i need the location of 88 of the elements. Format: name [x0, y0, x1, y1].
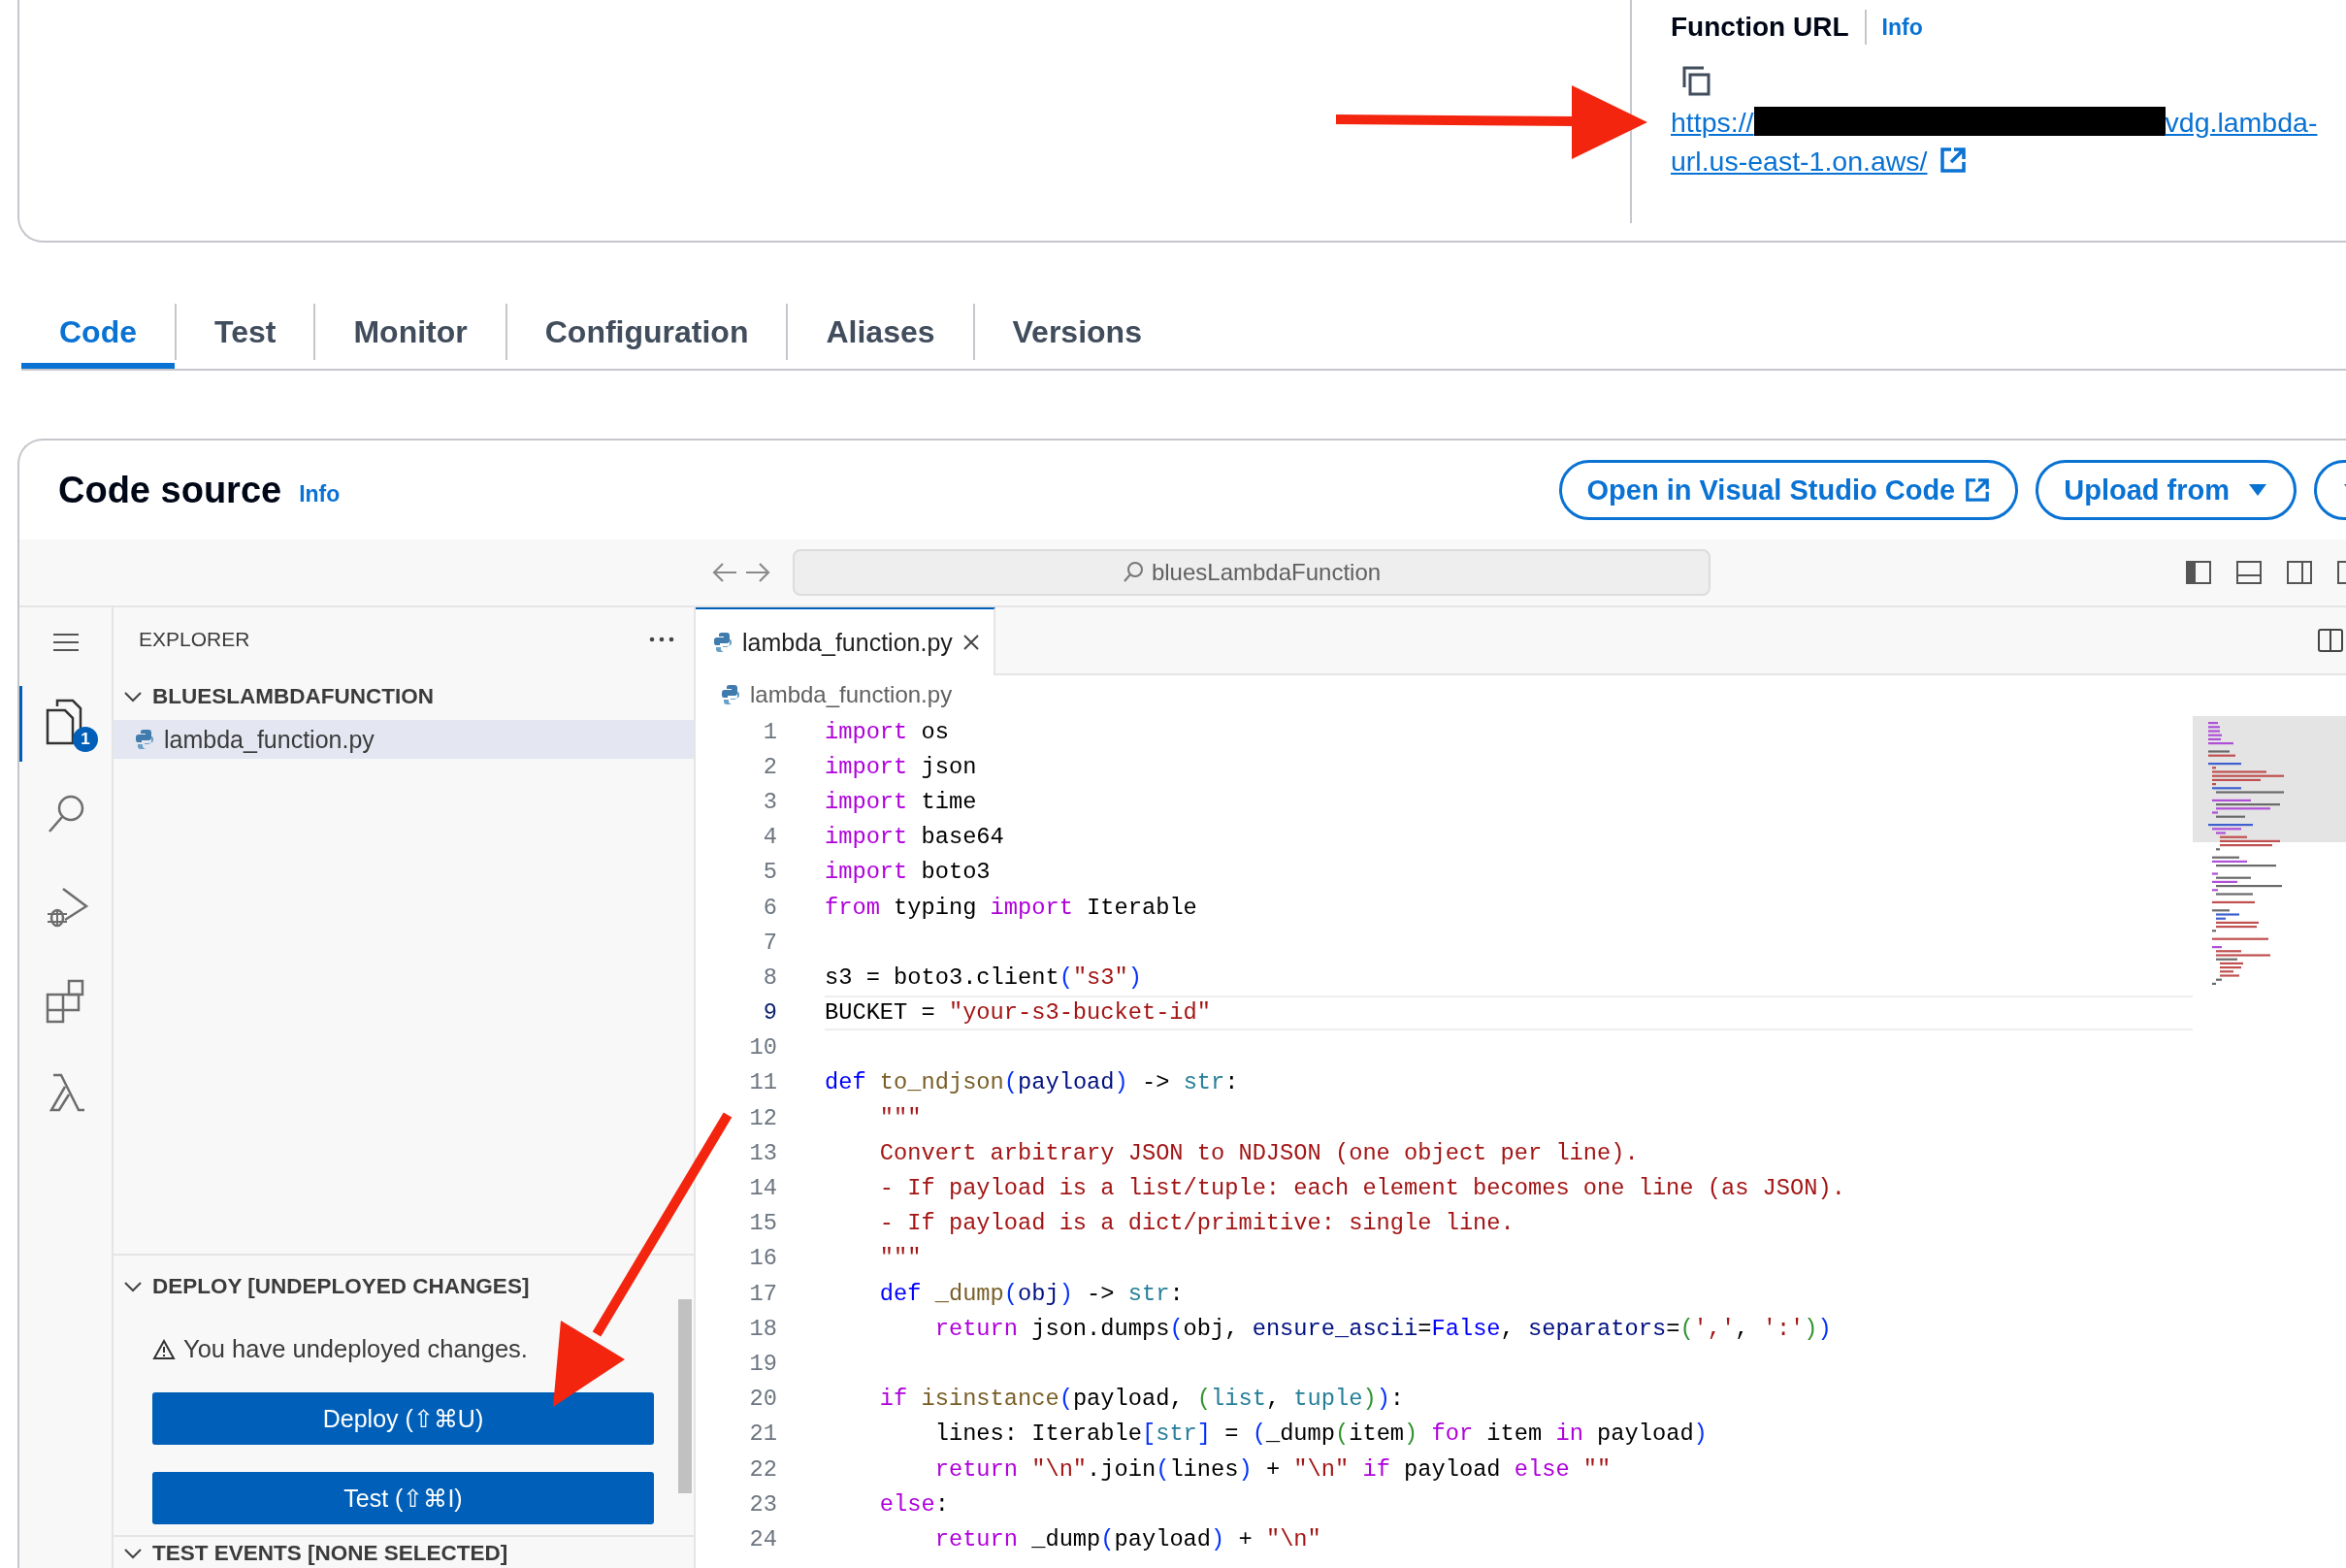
tab[interactable]: Aliases — [788, 295, 973, 369]
warning-icon — [152, 1338, 176, 1360]
tab[interactable]: Monitor — [315, 295, 505, 369]
line-number: 3 — [762, 788, 777, 815]
line-number: 20 — [748, 1386, 777, 1413]
line-number: 6 — [762, 894, 777, 921]
command-center-field[interactable]: bluesLambdaFunction — [793, 549, 1711, 596]
activity-bar-item[interactable]: 1 — [19, 686, 112, 762]
external-link-icon — [1939, 147, 1967, 174]
secondary-sidebar-icon[interactable] — [2286, 560, 2313, 585]
code-line: import boto3 — [825, 859, 991, 886]
file-item[interactable]: lambda_function.py — [114, 720, 694, 759]
close-icon[interactable] — [961, 634, 980, 651]
copy-icon[interactable] — [1682, 66, 1711, 97]
code-line: def to_ndjson(payload) -> str: — [825, 1069, 1239, 1096]
line-number: 18 — [748, 1315, 777, 1342]
notification-badge: 1 — [73, 727, 98, 752]
code-line: lines: Iterable[str] = (_dump(item) for item in payload) — [933, 1421, 1708, 1448]
code-line: """ — [878, 1104, 922, 1131]
deploy-button[interactable]: Deploy (⇧⌘U) — [152, 1392, 654, 1446]
tab[interactable]: Configuration — [506, 295, 787, 369]
code-line: s3 = boto3.client("s3") — [825, 964, 1142, 991]
section-header[interactable]: TEST EVENTS [NONE SELECTED] — [114, 1535, 694, 1568]
test-button[interactable]: Test (⇧⌘I) — [152, 1472, 654, 1525]
upload-dropdown-button[interactable]: Upload from — [2036, 460, 2297, 520]
line-number: 17 — [748, 1280, 777, 1307]
section-title: Code source — [58, 469, 282, 511]
info-link[interactable]: Info — [299, 480, 341, 507]
line-number: 16 — [748, 1245, 777, 1272]
line-number: 21 — [748, 1421, 777, 1448]
line-number: 7 — [762, 929, 777, 956]
python-file-icon — [135, 729, 154, 750]
code-line: - If payload is a dict/primitive: single line. — [878, 1210, 1515, 1237]
line-number: 14 — [748, 1175, 777, 1202]
line-number: 9 — [762, 999, 777, 1027]
warning-message: You have undeployed changes. — [183, 1335, 528, 1364]
code-line: Convert arbitrary JSON to NDJSON (one object per line). — [878, 1139, 1639, 1166]
line-number: 11 — [748, 1069, 777, 1096]
forward-arrow-icon[interactable] — [744, 561, 771, 584]
panel-title: EXPLORER — [139, 628, 250, 651]
code-line: def _dump(obj) -> str: — [878, 1280, 1184, 1307]
code-line: else: — [878, 1490, 949, 1518]
breadcrumb[interactable]: lambda_function.py — [696, 675, 2346, 714]
line-number: 2 — [762, 753, 777, 780]
line-number: 15 — [748, 1210, 777, 1237]
code-line: import time — [825, 788, 977, 815]
code-line: from typing import Iterable — [825, 894, 1197, 921]
folder-row[interactable]: BLUESLAMBDAFUNCTION — [114, 677, 694, 716]
code-line: import base64 — [825, 824, 1004, 851]
tab[interactable]: Versions — [974, 295, 1180, 369]
line-number: 13 — [748, 1139, 777, 1166]
line-number: 19 — [748, 1350, 777, 1377]
external-link-icon — [1965, 477, 1991, 503]
code-line: import os — [825, 718, 949, 745]
panel-toggle-icon[interactable] — [2235, 560, 2263, 585]
scrollbar[interactable] — [678, 1299, 692, 1494]
code-line: - If payload is a list/tuple: each element becomes one line (as JSON). — [878, 1175, 1845, 1202]
function-url-label: Function URL — [1671, 12, 1849, 43]
code-line: return json.dumps(obj, ensure_ascii=False, separators=(',', ':')) — [933, 1315, 1832, 1342]
code-line: if isinstance(payload, (list, tuple)): — [878, 1386, 1405, 1413]
line-number: 4 — [762, 824, 777, 851]
python-file-icon — [713, 632, 733, 653]
line-number: 1 — [762, 718, 777, 745]
code-line: """ — [878, 1245, 922, 1272]
line-number: 22 — [748, 1455, 777, 1483]
line-number: 5 — [762, 859, 777, 886]
open-in-editor-button[interactable]: Open in Visual Studio Code — [1558, 460, 2019, 520]
code-line: BUCKET = "your-s3-bucket-id" — [825, 999, 1212, 1027]
code-line: import json — [825, 753, 977, 780]
search-icon — [1122, 561, 1144, 584]
editor-tab[interactable]: lambda_function.py — [696, 607, 995, 675]
python-file-icon — [721, 684, 740, 705]
split-editor-icon[interactable] — [2317, 628, 2344, 653]
menu-icon[interactable] — [50, 632, 81, 653]
line-number: 23 — [748, 1490, 777, 1518]
caret-icon — [2247, 482, 2268, 498]
tab[interactable]: Test — [177, 295, 314, 369]
section-header[interactable]: DEPLOY [UNDEPLOYED CHANGES] — [114, 1267, 694, 1307]
line-number: 12 — [748, 1104, 777, 1131]
line-number: 10 — [748, 1034, 777, 1062]
info-link[interactable]: Info — [1881, 14, 1923, 41]
back-arrow-icon[interactable] — [711, 561, 738, 584]
line-number: 24 — [748, 1525, 777, 1552]
more-actions-icon[interactable] — [649, 636, 674, 643]
sidebar-toggle-icon[interactable] — [2185, 560, 2212, 585]
code-line: return "\n".join(lines) + "\n" if payload else "" — [933, 1455, 1612, 1483]
code-line: return _dump(payload) + "\n" — [933, 1525, 1321, 1552]
line-number: 8 — [762, 964, 777, 991]
